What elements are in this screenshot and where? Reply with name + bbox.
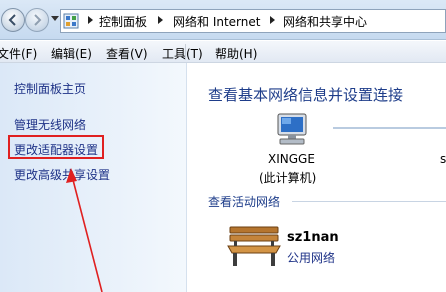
active-network-name: sz1nan <box>287 230 339 245</box>
breadcrumb-separator-icon[interactable] <box>158 16 163 24</box>
control-panel-icon <box>63 13 79 29</box>
back-arrow-icon <box>8 14 16 26</box>
breadcrumb-separator-icon[interactable] <box>270 16 275 24</box>
menu-view[interactable]: 查看(V) <box>106 45 148 62</box>
back-button[interactable] <box>1 8 25 32</box>
nav-control-panel-home[interactable]: 控制面板主页 <box>14 80 86 97</box>
computer-name: XINGGE <box>268 152 315 166</box>
nav-manage-wireless[interactable]: 管理无线网络 <box>14 116 86 133</box>
dropdown-arrow-icon[interactable] <box>51 16 59 21</box>
forward-button[interactable] <box>25 8 49 32</box>
breadcrumb-control-panel[interactable]: 控制面板 <box>99 13 147 30</box>
breadcrumb-separator-icon[interactable] <box>88 16 93 24</box>
menu-edit[interactable]: 编辑(E) <box>51 45 92 62</box>
active-networks-heading: 查看活动网络 <box>208 195 281 209</box>
menu-separator <box>185 44 186 60</box>
menu-file[interactable]: 文件(F) <box>0 45 37 62</box>
breadcrumb-network-sharing-center[interactable]: 网络和共享中心 <box>283 13 367 30</box>
computer-label: (此计算机) <box>259 171 317 185</box>
menu-help[interactable]: 帮助(H) <box>215 45 257 62</box>
breadcrumb-network-internet[interactable]: 网络和 Internet <box>173 13 260 30</box>
network-link-line <box>333 127 446 129</box>
menu-tools[interactable]: 工具(T) <box>162 45 203 62</box>
forward-arrow-icon <box>34 14 42 26</box>
computer-icon[interactable] <box>272 112 312 148</box>
page-title: 查看基本网络信息并设置连接 <box>208 86 404 104</box>
address-toolbar: 控制面板 网络和 Internet 网络和共享中心 <box>0 0 446 40</box>
highlight-box <box>8 135 104 159</box>
partial-next-item: s <box>440 152 446 166</box>
network-type-link[interactable]: 公用网络 <box>287 249 335 266</box>
menu-bar: 文件(F) 编辑(E) 查看(V) 工具(T) 帮助(H) <box>0 41 446 63</box>
section-divider <box>292 201 446 202</box>
bench-icon[interactable] <box>226 222 282 268</box>
nav-advanced-sharing[interactable]: 更改高级共享设置 <box>14 166 110 183</box>
address-box[interactable]: 控制面板 网络和 Internet 网络和共享中心 <box>60 9 446 33</box>
